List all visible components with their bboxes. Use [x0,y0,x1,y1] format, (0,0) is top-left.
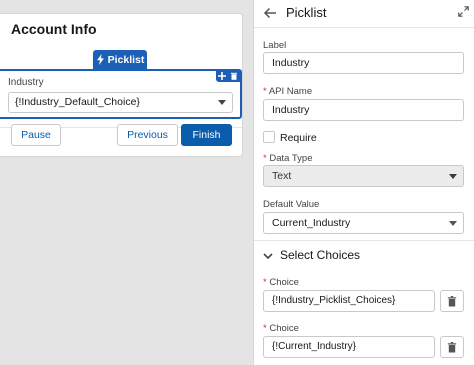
required-marker: * [263,277,267,288]
properties-panel: Picklist Label Industry * API Name Indus… [253,0,474,365]
section-divider [254,240,474,241]
delete-choice-button[interactable] [440,290,464,312]
required-marker: * [263,86,267,97]
choice-label-text: Choice [269,277,299,288]
screen-title: Account Info [11,21,97,37]
label-input[interactable]: Industry [263,52,464,74]
api-name-field-label: * API Name [263,86,312,97]
component-actions [216,69,240,82]
industry-picklist-value: {!Industry_Default_Choice} [15,96,140,108]
require-checkbox-label: Require [280,132,317,144]
choice-input-value: {!Current_Industry} [272,341,356,352]
panel-title: Picklist [286,5,327,20]
choice-field-label: * Choice [263,277,299,288]
expand-icon[interactable] [458,6,469,17]
required-marker: * [263,323,267,334]
industry-picklist[interactable]: {!Industry_Default_Choice} [8,92,233,113]
choice-input-value: {!Industry_Picklist_Choices} [272,295,396,306]
trash-icon[interactable] [230,72,238,80]
delete-choice-button[interactable] [440,336,464,358]
trash-icon [447,295,457,306]
component-badge: Picklist [93,50,147,69]
choice-input[interactable]: {!Current_Industry} [263,336,435,358]
select-choices-section-title[interactable]: Select Choices [280,248,360,262]
default-value-field-label: Default Value [263,199,320,210]
required-marker: * [263,153,267,164]
choice-input[interactable]: {!Industry_Picklist_Choices} [263,290,435,312]
api-name-input-value: Industry [272,104,310,116]
choice-field-label: * Choice [263,323,299,334]
default-value-select[interactable]: Current_Industry [263,212,464,234]
label-field-label: Label [263,40,287,51]
data-type-label-text: Data Type [269,153,313,164]
industry-field-label: Industry [8,77,44,88]
api-name-label-text: API Name [268,86,313,97]
trash-icon [447,341,457,352]
chevron-down-icon [449,221,457,226]
back-arrow-icon[interactable] [263,6,277,20]
chevron-down-icon[interactable] [263,251,273,261]
selected-picklist-component[interactable]: Industry {!Industry_Default_Choice} [0,69,242,119]
data-type-select-value: Text [272,170,292,182]
finish-button[interactable]: Finish [181,124,232,146]
pause-button[interactable]: Pause [11,124,61,146]
panel-header: Picklist [254,0,474,28]
flow-canvas: Account Info Picklist Industry {!Industr… [0,0,253,365]
label-input-value: Industry [272,57,310,69]
choice-label-text: Choice [269,323,299,334]
data-type-field-label: * Data Type [263,153,312,164]
default-value-select-value: Current_Industry [272,217,351,229]
component-badge-label: Picklist [107,53,145,66]
api-name-input[interactable]: Industry [263,99,464,121]
chevron-down-icon [218,100,226,105]
previous-button[interactable]: Previous [117,124,178,146]
data-type-select: Text [263,165,464,187]
lightning-icon [96,54,104,65]
move-icon[interactable] [218,71,226,80]
chevron-down-icon [449,174,457,179]
require-checkbox[interactable] [263,131,275,143]
